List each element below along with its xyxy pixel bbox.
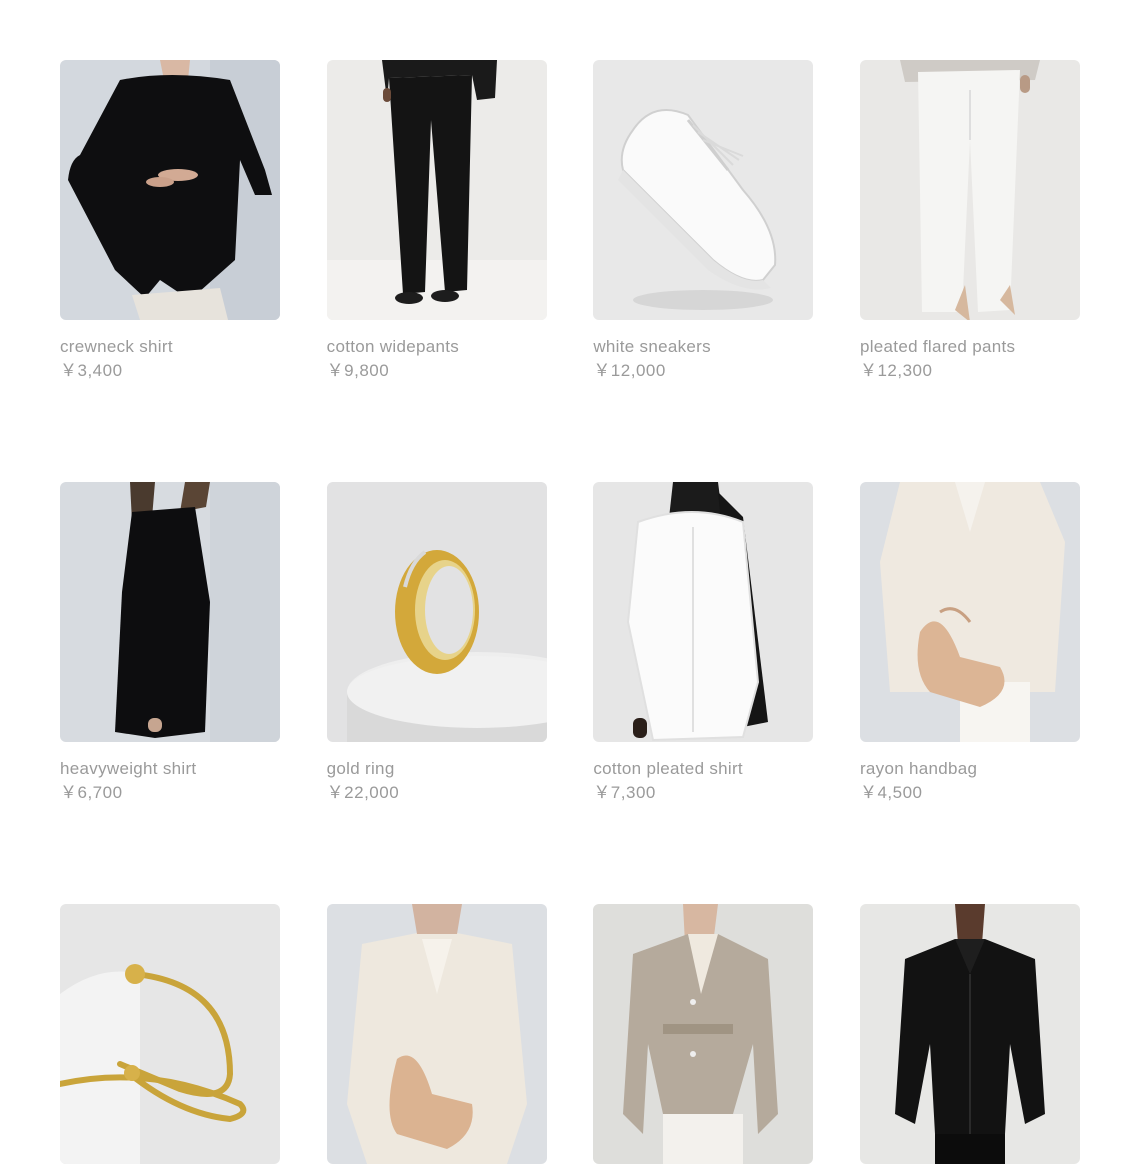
product-image[interactable]	[326, 482, 547, 742]
product-card[interactable]: crewneck shirt ￥3,400	[60, 60, 280, 382]
product-price: ￥9,800	[326, 361, 390, 380]
product-card[interactable]: cotton widepants ￥9,800	[326, 60, 547, 382]
product-name[interactable]: gold ring	[327, 758, 547, 780]
product-price: ￥22,000	[326, 783, 400, 802]
product-card[interactable]: gold ring ￥22,000	[326, 482, 547, 804]
product-grid: crewneck shirt ￥3,400 cotton widepants ￥…	[60, 60, 1080, 1164]
product-image[interactable]	[859, 904, 1080, 1164]
product-name[interactable]: white sneakers	[593, 336, 813, 358]
product-image[interactable]	[593, 60, 814, 320]
product-price: ￥12,000	[593, 361, 666, 380]
product-card[interactable]: pleated flared pants ￥12,300	[859, 60, 1080, 382]
product-card[interactable]: white sneakers ￥12,000	[593, 60, 814, 382]
product-image[interactable]	[60, 904, 280, 1164]
product-card[interactable]: rayon handbag ￥4,500	[859, 482, 1080, 804]
product-card[interactable]	[60, 904, 280, 1164]
product-image[interactable]	[593, 904, 814, 1164]
product-image[interactable]	[60, 482, 280, 742]
product-image[interactable]	[326, 60, 547, 320]
product-name[interactable]: cotton widepants	[327, 336, 547, 358]
product-image[interactable]	[859, 60, 1080, 320]
product-card[interactable]: cotton pleated shirt ￥7,300	[593, 482, 814, 804]
product-card[interactable]	[593, 904, 814, 1164]
product-card[interactable]: heavyweight shirt ￥6,700	[60, 482, 280, 804]
product-name[interactable]: cotton pleated shirt	[593, 758, 813, 780]
product-name[interactable]: heavyweight shirt	[60, 758, 280, 780]
product-image[interactable]	[326, 904, 547, 1164]
product-image[interactable]	[60, 60, 280, 320]
product-name[interactable]: pleated flared pants	[860, 336, 1080, 358]
product-price: ￥6,700	[60, 783, 123, 802]
product-name[interactable]: rayon handbag	[860, 758, 1080, 780]
product-price: ￥7,300	[593, 783, 656, 802]
product-price: ￥4,500	[859, 783, 923, 802]
product-name[interactable]: crewneck shirt	[60, 336, 280, 358]
product-image[interactable]	[859, 482, 1080, 742]
product-price: ￥12,300	[859, 361, 933, 380]
product-card[interactable]	[859, 904, 1080, 1164]
product-image[interactable]	[593, 482, 814, 742]
product-card[interactable]	[326, 904, 547, 1164]
product-price: ￥3,400	[60, 361, 123, 380]
